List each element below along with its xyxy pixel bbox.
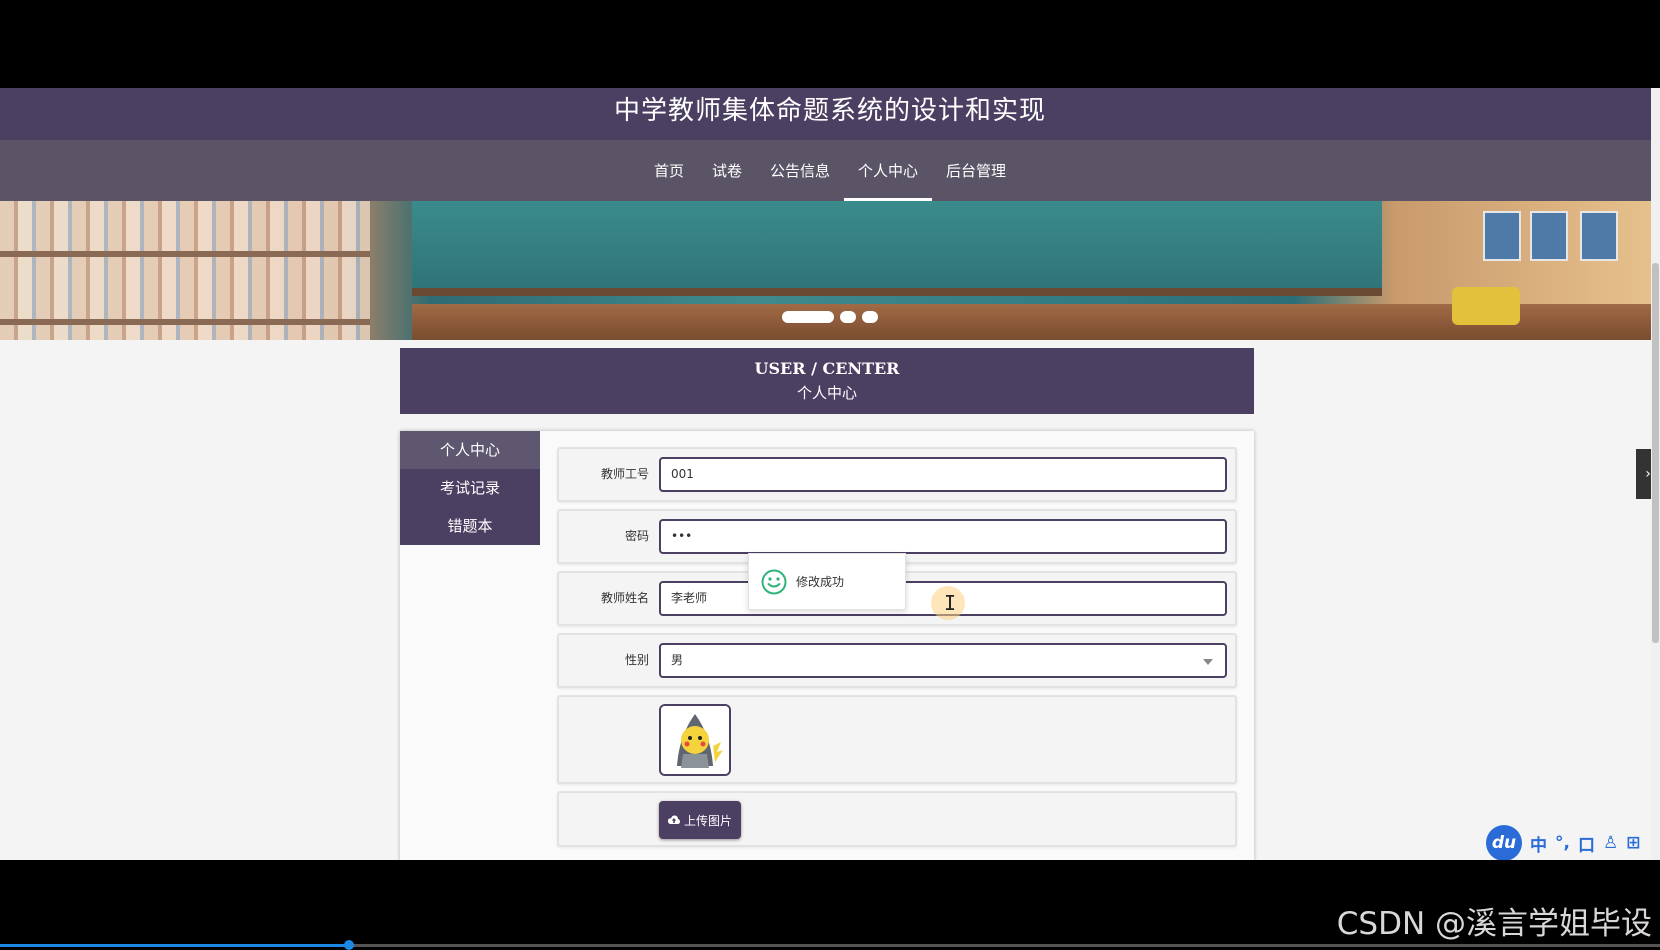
banner-carousel [0, 201, 1660, 340]
cloud-upload-icon [667, 815, 680, 824]
avatar-character-icon [661, 706, 729, 774]
carousel-dot-1[interactable] [782, 311, 834, 323]
success-toast: 修改成功 [748, 553, 906, 610]
user-center-panel: 个人中心 考试记录 错题本 教师工号 001 密码 ••• 教师姓名 李老师 性… [400, 431, 1254, 860]
browser-viewport: 中学教师集体命题系统的设计和实现 首页 试卷 公告信息 个人中心 后台管理 US… [0, 88, 1660, 860]
carousel-dot-3[interactable] [862, 311, 878, 323]
scrollbar-thumb[interactable] [1652, 263, 1659, 643]
carousel-dot-2[interactable] [840, 311, 856, 323]
profile-form: 教师工号 001 密码 ••• 教师姓名 李老师 性别 男 上传图片 [557, 447, 1237, 854]
banner-poster [1530, 211, 1568, 261]
user-center-title-zh: 个人中心 [796, 384, 857, 402]
user-center-header: USER / CENTER 个人中心 [400, 348, 1254, 414]
user-center-title-en: USER / CENTER [754, 359, 900, 378]
carousel-dots [0, 311, 1660, 323]
site-title: 中学教师集体命题系统的设计和实现 [0, 88, 1660, 140]
banner-poster [1580, 211, 1618, 261]
banner-shelf-board [0, 251, 370, 257]
gender-label: 性别 [624, 653, 649, 667]
sidebar-item-profile[interactable]: 个人中心 [400, 431, 540, 469]
watermark: CSDN @溪言学姐毕设 [1336, 906, 1652, 942]
chevron-down-icon [1203, 659, 1213, 665]
page-scrollbar[interactable] [1651, 88, 1660, 860]
video-progress-knob[interactable] [343, 940, 354, 950]
ime-logo-icon[interactable]: du [1486, 825, 1522, 860]
ime-keyboard-icon[interactable]: 口 [1578, 831, 1595, 856]
nav-announcements[interactable]: 公告信息 [756, 140, 844, 201]
ime-chinese-mode[interactable]: 中 [1530, 831, 1547, 856]
banner-blackboard [412, 201, 1382, 296]
form-row-avatar [557, 695, 1237, 784]
form-row-teacher-id: 教师工号 001 [557, 447, 1237, 502]
screen: 中学教师集体命题系统的设计和实现 首页 试卷 公告信息 个人中心 后台管理 US… [0, 0, 1660, 950]
smile-icon [761, 569, 787, 594]
upload-image-label: 上传图片 [683, 813, 732, 828]
upload-image-button[interactable]: 上传图片 [659, 801, 741, 839]
ime-grid-icon[interactable]: ⊞ [1626, 833, 1640, 853]
banner-poster [1483, 211, 1521, 261]
ime-user-icon[interactable]: ♙ [1603, 833, 1618, 853]
toast-message: 修改成功 [796, 575, 845, 589]
form-row-gender: 性别 男 [557, 633, 1237, 688]
ime-punctuation-icon[interactable]: °, [1555, 833, 1570, 853]
sidebar: 个人中心 考试记录 错题本 [400, 431, 540, 545]
sidebar-item-wrong-questions[interactable]: 错题本 [400, 507, 540, 545]
nav-home[interactable]: 首页 [640, 140, 698, 201]
teacher-id-input[interactable]: 001 [659, 457, 1227, 492]
nav-exams[interactable]: 试卷 [698, 140, 756, 201]
password-label: 密码 [624, 529, 649, 543]
sidebar-item-exam-records[interactable]: 考试记录 [400, 469, 540, 507]
video-progress-bar[interactable] [0, 940, 1660, 950]
text-cursor-icon: I [944, 591, 957, 615]
password-input[interactable]: ••• [659, 519, 1227, 554]
nav-user-center[interactable]: 个人中心 [844, 140, 933, 201]
video-progress-fill [0, 944, 349, 947]
ime-toolbar: du 中 °, 口 ♙ ⊞ [1486, 825, 1640, 860]
teacher-id-label: 教师工号 [600, 467, 649, 481]
gender-select[interactable]: 男 [659, 643, 1227, 678]
nav-admin[interactable]: 后台管理 [932, 140, 1020, 201]
main-nav: 首页 试卷 公告信息 个人中心 后台管理 [0, 140, 1660, 201]
form-row-upload: 上传图片 [557, 791, 1237, 847]
teacher-name-label: 教师姓名 [600, 591, 649, 605]
gender-selected-value: 男 [671, 653, 684, 667]
avatar-image [659, 704, 731, 776]
